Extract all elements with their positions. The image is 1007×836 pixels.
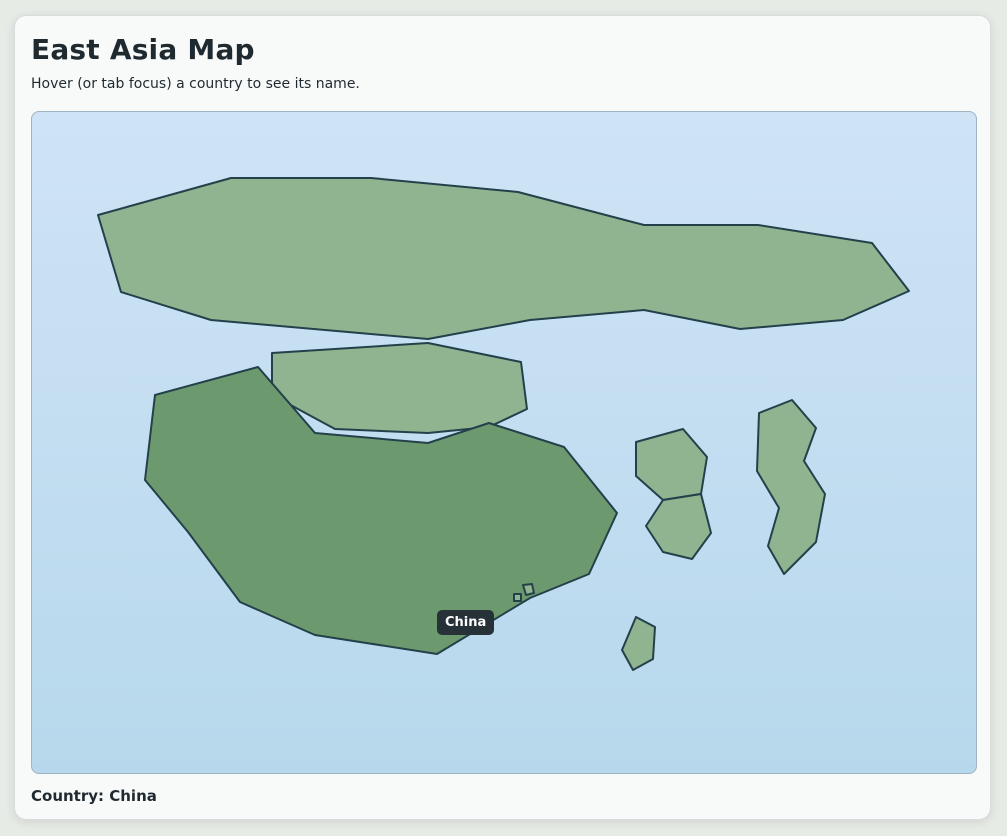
country-mongolia[interactable]	[271, 342, 528, 434]
country-russia[interactable]	[97, 177, 910, 340]
country-south-korea[interactable]	[645, 493, 712, 560]
map-tooltip: China	[437, 610, 495, 635]
map-card: East Asia Map Hover (or tab focus) a cou…	[14, 15, 991, 820]
country-taiwan[interactable]	[621, 616, 656, 671]
country-hong-kong[interactable]	[522, 583, 535, 596]
map-panel: China	[31, 111, 977, 774]
country-status-value: China	[109, 787, 157, 805]
country-macau[interactable]	[513, 593, 522, 602]
country-status: Country: China	[31, 787, 157, 805]
country-north-korea[interactable]	[635, 428, 708, 501]
page-subtitle: Hover (or tab focus) a country to see it…	[31, 76, 360, 92]
country-status-label: Country:	[31, 787, 105, 805]
page-title: East Asia Map	[31, 33, 255, 66]
country-japan[interactable]	[756, 399, 826, 575]
east-asia-map	[97, 177, 910, 671]
